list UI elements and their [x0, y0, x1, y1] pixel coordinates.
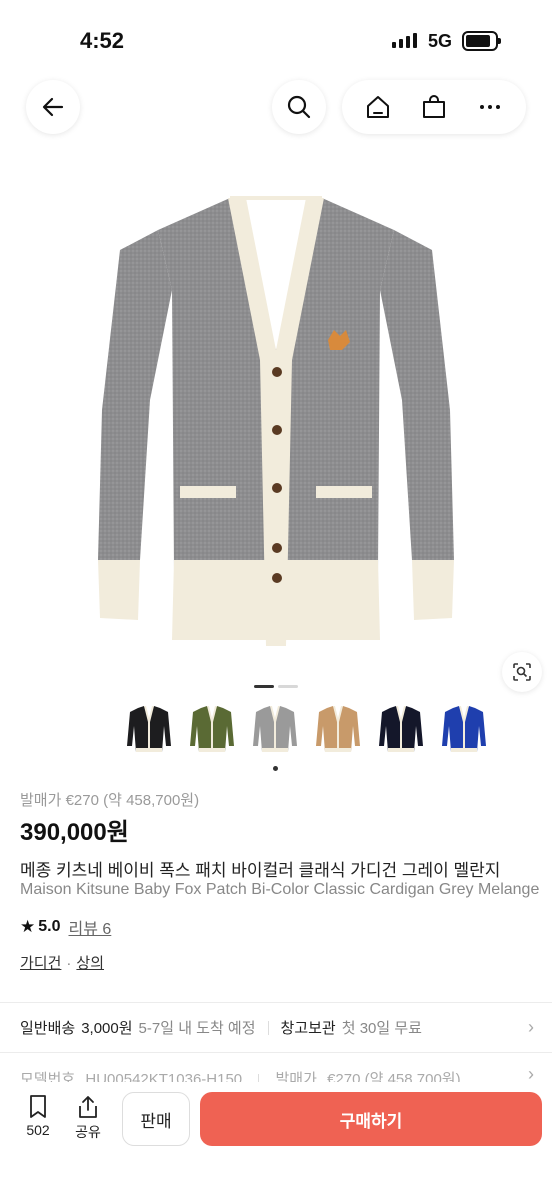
arrow-left-icon: [42, 97, 64, 117]
release-value: €270 (약 458,700원): [327, 1071, 461, 1082]
image-pagination: [254, 685, 298, 688]
share-label: 공유: [75, 1124, 101, 1140]
row-divider: [267, 1020, 269, 1035]
more-icon: [480, 105, 500, 109]
pagination-dot: [278, 685, 298, 688]
storage-note: 첫 30일 무료: [341, 1020, 422, 1037]
storage-label: 창고보관: [280, 1020, 336, 1037]
lens-search-button[interactable]: [502, 652, 542, 692]
row-divider: [258, 1074, 260, 1082]
category-link[interactable]: 가디건: [20, 955, 61, 972]
cardigan-thumbnail: [253, 706, 297, 752]
category-separator: ·: [66, 955, 72, 972]
star-icon: ★: [20, 917, 36, 936]
shipping-eta: 5-7일 내 도착 예정: [138, 1020, 256, 1037]
header-actions: [342, 80, 526, 134]
model-value: HU00542KT1036-H150: [85, 1071, 243, 1082]
search-icon: [287, 95, 311, 119]
bottom-action-bar: 502 공유 판매 구매하기: [0, 1082, 552, 1200]
cardigan-thumbnail: [379, 706, 423, 752]
color-option-thumbnail[interactable]: [437, 700, 491, 760]
home-icon: [367, 96, 389, 118]
back-button[interactable]: [26, 80, 80, 134]
color-option-thumbnail[interactable]: [311, 700, 365, 760]
chevron-right-icon: ›: [528, 1068, 534, 1082]
pagination-dot-active: [254, 685, 274, 688]
original-price: 발매가 €270 (약 458,700원): [20, 792, 200, 809]
review-link[interactable]: 리뷰 6: [69, 915, 112, 939]
search-button[interactable]: [272, 80, 326, 134]
network-label: 5G: [428, 31, 453, 51]
status-bar: 4:52 5G: [0, 0, 552, 78]
bookmark-button[interactable]: 502: [18, 1094, 58, 1138]
divider: [0, 1052, 552, 1053]
color-option-thumbnail[interactable]: [248, 700, 302, 760]
selected-color-indicator: [273, 766, 278, 771]
share-icon: [79, 1096, 97, 1118]
product-title-en: Maison Kitsune Baby Fox Patch Bi-Color C…: [20, 881, 540, 898]
release-label: 발매가: [275, 1071, 317, 1082]
status-time: 4:52: [80, 28, 125, 53]
cardigan-thumbnail: [127, 706, 171, 752]
category-breadcrumb: 가디건 · 상의: [20, 952, 104, 973]
detail-row[interactable]: 모델번호 HU00542KT1036-H150 발매가 €270 (약 458,…: [20, 1068, 540, 1082]
sell-button[interactable]: 판매: [122, 1092, 190, 1146]
bookmark-count: 502: [26, 1122, 50, 1138]
cardigan-thumbnail: [316, 706, 360, 752]
shipping-label: 일반배송: [20, 1020, 76, 1037]
shopping-bag-icon: [423, 95, 445, 118]
color-options: [122, 700, 491, 760]
rating-score: 5.0: [38, 918, 61, 935]
home-button[interactable]: [356, 85, 400, 129]
product-image[interactable]: [0, 150, 552, 670]
lens-search-icon: [513, 663, 531, 681]
color-option-thumbnail[interactable]: [185, 700, 239, 760]
color-option-thumbnail[interactable]: [374, 700, 428, 760]
product-title-ko: 메종 키츠네 베이비 폭스 패치 바이컬러 클래식 가디건 그레이 멜란지: [20, 861, 501, 880]
shipping-price: 3,000원: [81, 1020, 133, 1037]
divider: [0, 1002, 552, 1003]
cardigan-illustration: [98, 196, 454, 646]
cardigan-thumbnail: [442, 706, 486, 752]
color-option-thumbnail[interactable]: [122, 700, 176, 760]
chevron-right-icon: ›: [528, 1017, 534, 1037]
shipping-row[interactable]: 일반배송 3,000원 5-7일 내 도착 예정 창고보관 첫 30일 무료 ›: [20, 1017, 540, 1038]
cardigan-thumbnail: [190, 706, 234, 752]
rating-row: ★ 5.0 리뷰 6: [20, 915, 111, 939]
buy-button[interactable]: 구매하기: [200, 1092, 542, 1146]
model-label: 모델번호: [20, 1071, 76, 1082]
more-button[interactable]: [468, 85, 512, 129]
bookmark-icon: [30, 1095, 46, 1118]
battery-icon: [462, 31, 501, 51]
category-link[interactable]: 상의: [76, 955, 104, 972]
signal-icon: [392, 32, 417, 48]
share-button[interactable]: 공유: [68, 1094, 108, 1142]
price: 390,000원: [20, 819, 129, 846]
shop-button[interactable]: [412, 85, 456, 129]
